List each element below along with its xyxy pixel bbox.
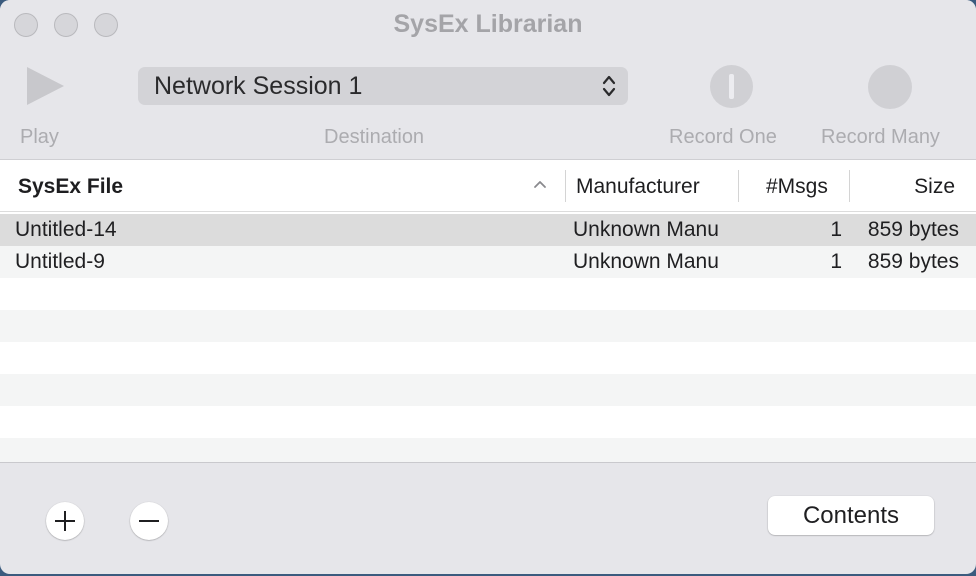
cell-size: 859 bytes (867, 218, 959, 241)
sysex-librarian-window: SysEx Librarian Play Network Session 1 D… (0, 0, 976, 574)
cell-file: Untitled-14 (15, 218, 117, 241)
cell-manufacturer: Unknown Manu (573, 218, 719, 241)
column-header-size[interactable]: Size (914, 175, 955, 199)
contents-button[interactable]: Contents (768, 496, 934, 535)
window-title: SysEx Librarian (393, 10, 583, 38)
empty-row (0, 406, 976, 438)
column-separator[interactable] (849, 170, 850, 202)
cell-manufacturer: Unknown Manu (573, 250, 719, 273)
empty-row (0, 374, 976, 406)
table-header: SysEx File Manufacturer #Msgs Size (0, 160, 976, 212)
plus-icon (55, 511, 75, 531)
empty-row (0, 310, 976, 342)
sort-ascending-icon[interactable] (532, 177, 548, 193)
empty-row (0, 278, 976, 310)
destination-label: Destination (324, 126, 425, 148)
record-many-icon[interactable] (868, 65, 912, 109)
add-file-button[interactable] (46, 502, 84, 540)
play-icon[interactable] (27, 67, 64, 105)
column-header-msgs[interactable]: #Msgs (766, 175, 828, 199)
record-one-icon[interactable] (710, 65, 753, 108)
column-separator[interactable] (565, 170, 566, 202)
cell-size: 859 bytes (867, 250, 959, 273)
minus-icon (139, 520, 159, 522)
empty-row (0, 342, 976, 374)
empty-row (0, 438, 976, 462)
cell-file: Untitled-9 (15, 250, 105, 273)
remove-file-button[interactable] (130, 502, 168, 540)
divider (0, 462, 976, 463)
toolbar: SysEx Librarian Play Network Session 1 D… (0, 0, 976, 160)
destination-value: Network Session 1 (154, 72, 363, 100)
chevron-updown-icon (602, 75, 616, 97)
play-label: Play (20, 126, 59, 148)
destination-popup[interactable]: Network Session 1 (138, 67, 628, 105)
sysex-file-table[interactable]: SysEx File Manufacturer #Msgs Size Untit… (0, 160, 976, 462)
column-header-sysex-file[interactable]: SysEx File (18, 175, 123, 199)
column-separator[interactable] (738, 170, 739, 202)
table-row[interactable]: Untitled-14 Unknown Manu 1 859 bytes (0, 214, 976, 246)
column-header-manufacturer[interactable]: Manufacturer (576, 175, 700, 199)
cell-msgs: 1 (830, 250, 842, 273)
record-many-label: Record Many (821, 126, 940, 148)
table-row[interactable]: Untitled-9 Unknown Manu 1 859 bytes (0, 246, 976, 278)
record-one-label: Record One (669, 126, 777, 148)
cell-msgs: 1 (830, 218, 842, 241)
